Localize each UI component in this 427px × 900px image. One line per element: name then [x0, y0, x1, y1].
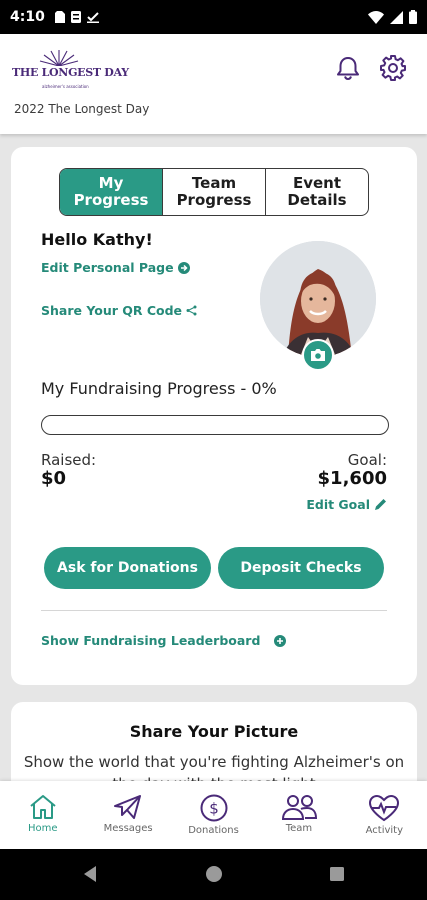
divider — [41, 610, 387, 611]
progress-card: My Progress Team Progress Event Details … — [11, 147, 417, 685]
event-subtitle: 2022 The Longest Day — [14, 102, 150, 116]
leaderboard-label: Show Fundraising Leaderboard — [41, 633, 261, 648]
change-photo-button[interactable] — [302, 339, 334, 371]
fundraising-progress-title: My Fundraising Progress - 0% — [41, 379, 277, 398]
nav-donations-label: Donations — [188, 825, 239, 836]
share-qr-code-label: Share Your QR Code — [41, 303, 183, 318]
edit-personal-page-label: Edit Personal Page — [41, 260, 174, 275]
share-icon — [186, 305, 197, 316]
goal-label: Goal: — [347, 451, 387, 469]
nav-home-label: Home — [27, 823, 58, 834]
tab-team-progress[interactable]: Team Progress — [162, 169, 265, 215]
battery-icon — [409, 10, 417, 24]
deposit-checks-button[interactable]: Deposit Checks — [218, 547, 384, 589]
svg-text:$: $ — [209, 800, 219, 818]
share-picture-title: Share Your Picture — [129, 722, 299, 741]
home-circle-icon[interactable] — [205, 865, 223, 883]
paper-plane-icon — [114, 795, 142, 819]
the-longest-day-logo: THE LONGEST DAY alzheimer's association — [12, 48, 129, 98]
arrow-circle-right-icon — [177, 261, 190, 274]
gear-icon[interactable] — [379, 54, 407, 82]
tab-bar: My Progress Team Progress Event Details — [59, 168, 369, 216]
nav-activity-label: Activity — [365, 825, 404, 836]
nav-home[interactable]: Home — [0, 781, 85, 849]
plus-circle-icon — [274, 634, 287, 647]
download-done-icon — [86, 12, 99, 23]
sun-rays-icon — [39, 50, 79, 66]
nav-team[interactable]: Team — [256, 781, 341, 849]
nav-team-label: Team — [285, 823, 313, 834]
nav-activity[interactable]: Activity — [342, 781, 427, 849]
logo-text: THE LONGEST DAY — [12, 66, 129, 79]
android-navigation-bar — [0, 849, 427, 900]
tab-event-details[interactable]: Event Details — [265, 169, 368, 215]
edit-goal-link[interactable]: Edit Goal — [306, 497, 387, 512]
bell-icon[interactable] — [334, 54, 362, 82]
wifi-icon — [368, 10, 384, 24]
fundraising-leaderboard-link[interactable]: Show Fundraising Leaderboard — [41, 633, 287, 648]
dollar-circle-icon: $ — [200, 794, 228, 822]
raised-amount: $0 — [41, 468, 67, 489]
system-icons — [368, 10, 417, 24]
team-icon — [281, 795, 317, 820]
tab-my-progress[interactable]: My Progress — [60, 169, 162, 215]
share-qr-code-link[interactable]: Share Your QR Code — [41, 303, 197, 318]
status-time: 4:10 — [10, 9, 45, 25]
home-icon — [30, 795, 56, 819]
goal-amount: $1,600 — [317, 468, 387, 489]
nav-donations[interactable]: $ Donations — [171, 781, 256, 849]
ask-for-donations-button[interactable]: Ask for Donations — [44, 547, 211, 589]
edit-goal-label: Edit Goal — [306, 497, 370, 512]
app-header: THE LONGEST DAY alzheimer's association … — [0, 34, 427, 134]
storage-icon — [70, 11, 81, 23]
heart-pulse-icon — [369, 794, 400, 822]
bottom-navigation: Home Messages $ Donations Team Activity — [0, 781, 427, 849]
pencil-icon — [375, 499, 386, 510]
sim-card-icon — [54, 11, 65, 23]
share-picture-card: Share Your Picture Show the world that y… — [11, 702, 417, 793]
raised-label: Raised: — [41, 451, 97, 469]
signal-icon — [390, 10, 403, 24]
fundraising-progress-bar — [41, 415, 389, 435]
status-bar: 4:10 — [0, 0, 427, 34]
notification-icons — [54, 11, 99, 23]
nav-messages-label: Messages — [103, 823, 153, 834]
back-icon[interactable] — [82, 865, 98, 883]
greeting: Hello Kathy! — [41, 230, 153, 249]
edit-personal-page-link[interactable]: Edit Personal Page — [41, 260, 190, 275]
camera-icon — [311, 349, 325, 361]
nav-messages[interactable]: Messages — [85, 781, 170, 849]
recents-icon[interactable] — [329, 866, 345, 882]
logo-subtext: alzheimer's association — [42, 84, 89, 89]
